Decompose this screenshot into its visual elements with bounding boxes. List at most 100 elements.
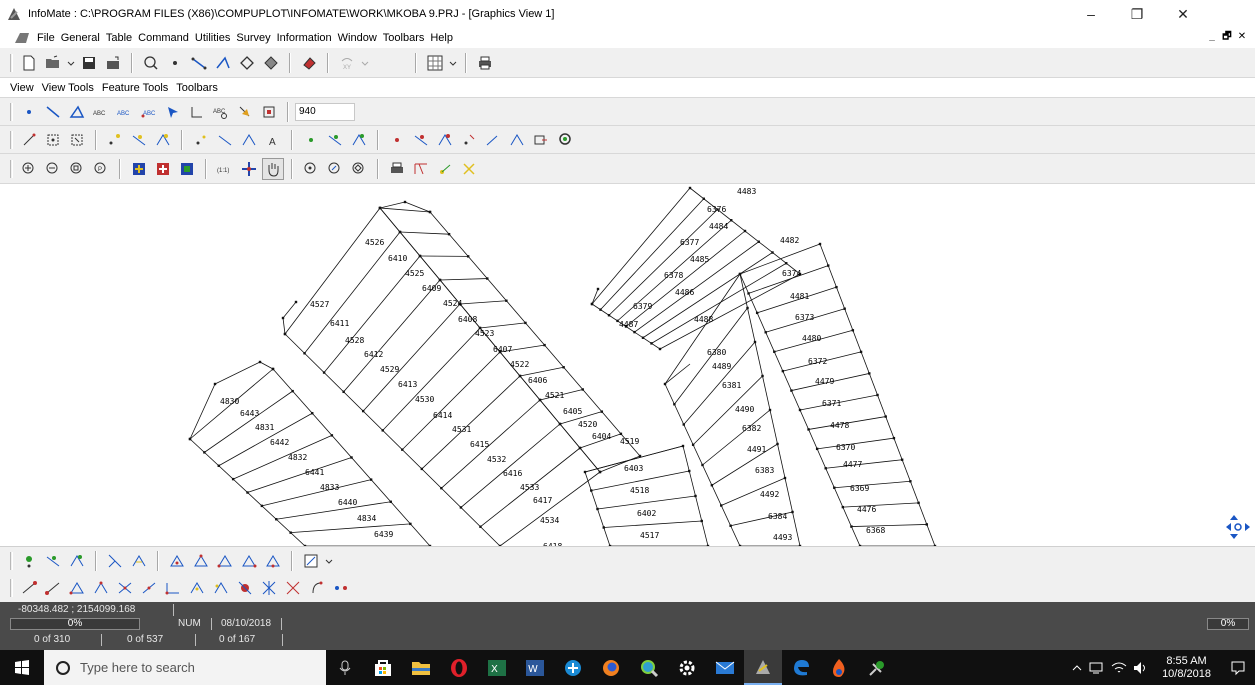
menu-toolbars-sub[interactable]: Toolbars <box>172 82 222 94</box>
cogo-k-button[interactable] <box>258 577 280 599</box>
survey-point[interactable] <box>702 197 705 200</box>
menu-command[interactable]: Command <box>135 32 192 44</box>
menu-help[interactable]: Help <box>427 32 456 44</box>
survey-point[interactable] <box>440 486 443 490</box>
survey-point[interactable] <box>720 504 723 507</box>
parcel-boundary[interactable] <box>459 300 507 305</box>
zoom-level-button[interactable]: (1:1) <box>214 158 236 180</box>
survey-point[interactable] <box>917 501 920 505</box>
survey-point[interactable] <box>827 264 830 267</box>
survey-point[interactable] <box>771 251 774 254</box>
taskbar-search-box[interactable]: Type here to search <box>44 650 326 685</box>
abc-query-button[interactable]: ABC <box>210 101 232 123</box>
graphics-view[interactable]: 4483 6376 4484 4482 6377 4485 6374 6378 4486 4481… <box>0 184 1255 546</box>
survey-point[interactable] <box>730 219 733 222</box>
zoom-center-button[interactable] <box>300 158 322 180</box>
select-inside-button[interactable] <box>66 129 88 151</box>
survey-point[interactable] <box>638 454 642 458</box>
survey-point[interactable] <box>562 366 565 369</box>
cogo-n-button[interactable] <box>330 577 352 599</box>
survey-point[interactable] <box>389 500 392 503</box>
survey-point[interactable] <box>673 403 676 406</box>
cogo-d-button[interactable] <box>90 577 112 599</box>
search-app[interactable] <box>630 650 668 685</box>
survey-point[interactable] <box>213 382 217 386</box>
survey-point[interactable] <box>271 367 275 371</box>
toolbar-grip[interactable] <box>10 579 13 597</box>
survey-point[interactable] <box>658 347 662 351</box>
insert-polyline-button[interactable] <box>348 129 370 151</box>
delete-line-button[interactable] <box>410 129 432 151</box>
survey-point[interactable] <box>289 531 292 534</box>
survey-point[interactable] <box>311 412 314 415</box>
survey-point[interactable] <box>203 451 206 454</box>
survey-point[interactable] <box>807 428 810 431</box>
pan-hand-button[interactable] <box>262 157 284 180</box>
survey-point[interactable] <box>294 300 298 304</box>
survey-point[interactable] <box>884 415 887 418</box>
survey-point[interactable] <box>738 272 742 276</box>
survey-point[interactable] <box>694 494 697 498</box>
survey-point[interactable] <box>833 486 836 489</box>
parcel-boundary[interactable] <box>664 363 691 385</box>
survey-point[interactable] <box>663 382 667 386</box>
survey-point[interactable] <box>486 277 489 280</box>
edit-polyline-button[interactable] <box>238 129 260 151</box>
text-abc-edit-button[interactable]: ABC <box>114 101 136 123</box>
parcel-boundary[interactable] <box>591 288 599 305</box>
zoom-selection-button[interactable] <box>176 158 198 180</box>
parcel-boundary[interactable] <box>379 201 406 209</box>
survey-point[interactable] <box>876 393 879 397</box>
survey-point[interactable] <box>258 360 262 364</box>
volume-button[interactable] <box>1130 650 1152 685</box>
survey-point[interactable] <box>369 478 373 481</box>
net-settings-dropdown-button[interactable] <box>324 550 334 572</box>
mdi-minimize-button[interactable]: _ <box>1205 30 1219 44</box>
survey-point[interactable] <box>791 510 794 514</box>
survey-point[interactable] <box>600 410 604 413</box>
toolbar-grip[interactable] <box>10 53 13 72</box>
net-tool-a-button[interactable] <box>166 550 188 572</box>
survey-point[interactable] <box>776 442 779 446</box>
add-line-button[interactable] <box>128 129 150 151</box>
taskbar-clock[interactable]: 8:55 AM 10/8/2018 <box>1162 655 1211 681</box>
survey-point[interactable] <box>275 518 278 521</box>
tray-chevron-button[interactable] <box>1068 650 1086 685</box>
survey-point[interactable] <box>909 480 912 483</box>
survey-point[interactable] <box>841 505 845 509</box>
survey-point[interactable] <box>850 525 853 528</box>
net-tool-e-button[interactable] <box>262 550 284 572</box>
parcel-boundary[interactable] <box>817 437 894 450</box>
parcel-boundary[interactable] <box>842 502 919 508</box>
survey-point[interactable] <box>231 477 235 481</box>
new-file-button[interactable] <box>18 52 40 74</box>
cogo-g-button[interactable] <box>162 577 184 599</box>
parcel-boundary[interactable] <box>379 207 601 473</box>
survey-point[interactable] <box>843 307 846 310</box>
survey-point[interactable] <box>700 519 703 523</box>
survey-point[interactable] <box>773 350 776 353</box>
survey-point[interactable] <box>590 489 593 492</box>
survey-point[interactable] <box>824 467 827 470</box>
survey-point[interactable] <box>342 390 345 394</box>
survey-point[interactable] <box>330 434 334 437</box>
cogo-m-button[interactable] <box>306 577 328 599</box>
cogo-f-button[interactable] <box>138 577 160 599</box>
microphone-button[interactable] <box>326 650 364 685</box>
net-tool-c-button[interactable] <box>214 550 236 572</box>
word-app[interactable]: W <box>516 650 554 685</box>
parcel-boundary[interactable] <box>642 252 773 339</box>
map-view-dropdown-button[interactable] <box>448 52 458 74</box>
toolbar-grip[interactable] <box>10 159 13 178</box>
survey-point[interactable] <box>602 526 605 529</box>
survey-point[interactable] <box>398 230 402 234</box>
mdi-restore-button[interactable]: 🗗 <box>1220 30 1234 44</box>
menu-survey[interactable]: Survey <box>233 32 273 44</box>
edit-point-button[interactable] <box>190 129 212 151</box>
zoom-in-button[interactable] <box>18 158 40 180</box>
menu-utilities[interactable]: Utilities <box>192 32 233 44</box>
survey-point[interactable] <box>401 448 404 451</box>
survey-point[interactable] <box>459 506 463 509</box>
survey-point[interactable] <box>746 306 749 310</box>
parcel-boundary[interactable] <box>659 273 801 350</box>
